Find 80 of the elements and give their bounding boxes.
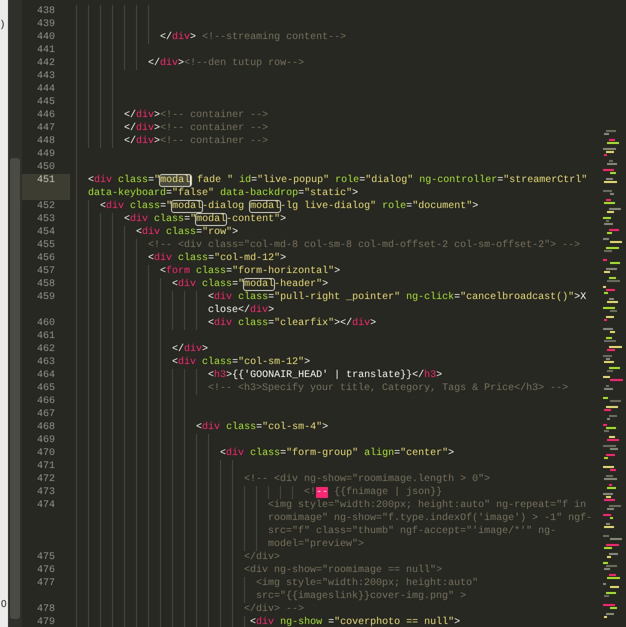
- code-line: data-keyboard="false" data-backdrop="static">: [88, 187, 358, 200]
- line-number: 457: [36, 266, 55, 277]
- code-line: <!-- <h3>Specify your title, Category, Tags & Price</h3> -->: [208, 382, 568, 395]
- line-number: 461: [36, 331, 55, 342]
- line-number: 470: [36, 448, 55, 459]
- code-line: <div class="form-group" align="center">: [220, 447, 454, 460]
- line-number: 453: [36, 214, 55, 225]
- line-number: 474: [36, 500, 55, 511]
- code-line: src="f" class="thumb" ngf-accept="'image/*'" ng-: [268, 525, 556, 538]
- text-fragment: ): [1, 18, 4, 31]
- code-line: <!-- {{fnimage | json}}: [304, 486, 442, 499]
- code-line: </div>: [172, 343, 208, 356]
- line-number: 443: [36, 71, 55, 82]
- code-line: <!-- <div class="col-md-8 col-sm-8 col-md-offset-2 col-sm-offset-2"> -->: [148, 239, 580, 252]
- line-number: 438: [36, 6, 55, 17]
- code-line: <div class="clearfix"></div>: [208, 317, 376, 330]
- code-line: <div class="modal-header">: [172, 278, 328, 291]
- code-line: <img style="width:200px; height:auto" ng-repeat="f in: [268, 499, 586, 512]
- line-number: 441: [36, 45, 55, 56]
- code-line: <div class="col-md-12">: [148, 252, 286, 265]
- code-line: <div class="modal-dialog modal-lg live-dialog" role="document">: [100, 200, 478, 213]
- line-number: 456: [36, 253, 55, 264]
- code-line: </div><!-- container -->: [124, 122, 268, 135]
- code-line: <div class="row">: [136, 226, 238, 239]
- code-line: <img style="width:200px; height:auto": [256, 577, 478, 590]
- line-number: 451: [36, 175, 55, 186]
- line-number: 464: [36, 370, 55, 381]
- code-line: roomimage" ng-show="f.type.indexOf('image') > -1" ngf-: [268, 512, 592, 525]
- code-line: </div>: [244, 551, 280, 564]
- code-line: </div><!-- container -->: [124, 135, 268, 148]
- line-number: 462: [36, 344, 55, 355]
- line-number: 444: [36, 84, 55, 95]
- code-line: </div> <!--streaming content-->: [160, 31, 346, 44]
- line-number: 466: [36, 396, 55, 407]
- line-number: 452: [36, 201, 55, 212]
- line-number: 442: [36, 58, 55, 69]
- line-number: 473: [36, 487, 55, 498]
- line-number: 450: [36, 162, 55, 173]
- code-line: </div><!-- container -->: [124, 109, 268, 122]
- line-number: 477: [36, 578, 55, 589]
- line-number: 447: [36, 123, 55, 134]
- line-number: 445: [36, 97, 55, 108]
- code-line: <div ng-show ="coverphoto == null">: [250, 616, 460, 627]
- line-number: 478: [36, 604, 55, 615]
- code-line: <div class="col-sm-12">: [172, 356, 310, 369]
- code-line: <form class="form-horizontal">: [160, 265, 340, 278]
- code-line: <!-- <div ng-show="roomimage.length > 0">: [244, 473, 490, 486]
- line-number: 463: [36, 357, 55, 368]
- code-line: <div class="pull-right _pointer" ng-click="cancelbroadcast()">X: [208, 291, 586, 304]
- line-number: 476: [36, 565, 55, 576]
- line-number: 471: [36, 461, 55, 472]
- text-fragment: 0: [1, 598, 7, 611]
- line-number: 465: [36, 383, 55, 394]
- line-number: 475: [36, 552, 55, 563]
- code-line: <h3>{{'GOONAIR_HEAD' | translate}}</h3>: [208, 369, 442, 382]
- line-number: 459: [36, 292, 55, 303]
- line-number: 440: [36, 32, 55, 43]
- line-number: 448: [36, 136, 55, 147]
- line-number: 446: [36, 110, 55, 121]
- code-line: </div> -->: [244, 603, 304, 616]
- line-number: 472: [36, 474, 55, 485]
- line-number: 467: [36, 409, 55, 420]
- code-line: </div><!--den tutup row-->: [148, 57, 304, 70]
- code-line: <div class="col-sm-4">: [196, 421, 328, 434]
- code-line: <div class="modal-content">: [124, 213, 286, 226]
- line-number: 455: [36, 240, 55, 251]
- line-number: 454: [36, 227, 55, 238]
- line-number: 439: [36, 19, 55, 30]
- code-line: close</div>: [208, 304, 274, 317]
- line-number: 460: [36, 318, 55, 329]
- code-line: src="{{imageslink}}cover-img.png" >: [256, 590, 466, 603]
- code-line: <div ng-show="roomimage == null">: [244, 564, 442, 577]
- scrollbar-thumb[interactable]: [10, 158, 20, 619]
- code-line: <div class="modal fade " id="live-popup" role="dialog" ng-controller="streamerCtrl": [88, 174, 588, 187]
- line-number: 479: [36, 617, 55, 627]
- line-number: 449: [36, 149, 55, 160]
- code-line: model="preview">: [268, 538, 364, 551]
- line-number: 458: [36, 279, 55, 290]
- line-number: 469: [36, 435, 55, 446]
- line-number: 468: [36, 422, 55, 433]
